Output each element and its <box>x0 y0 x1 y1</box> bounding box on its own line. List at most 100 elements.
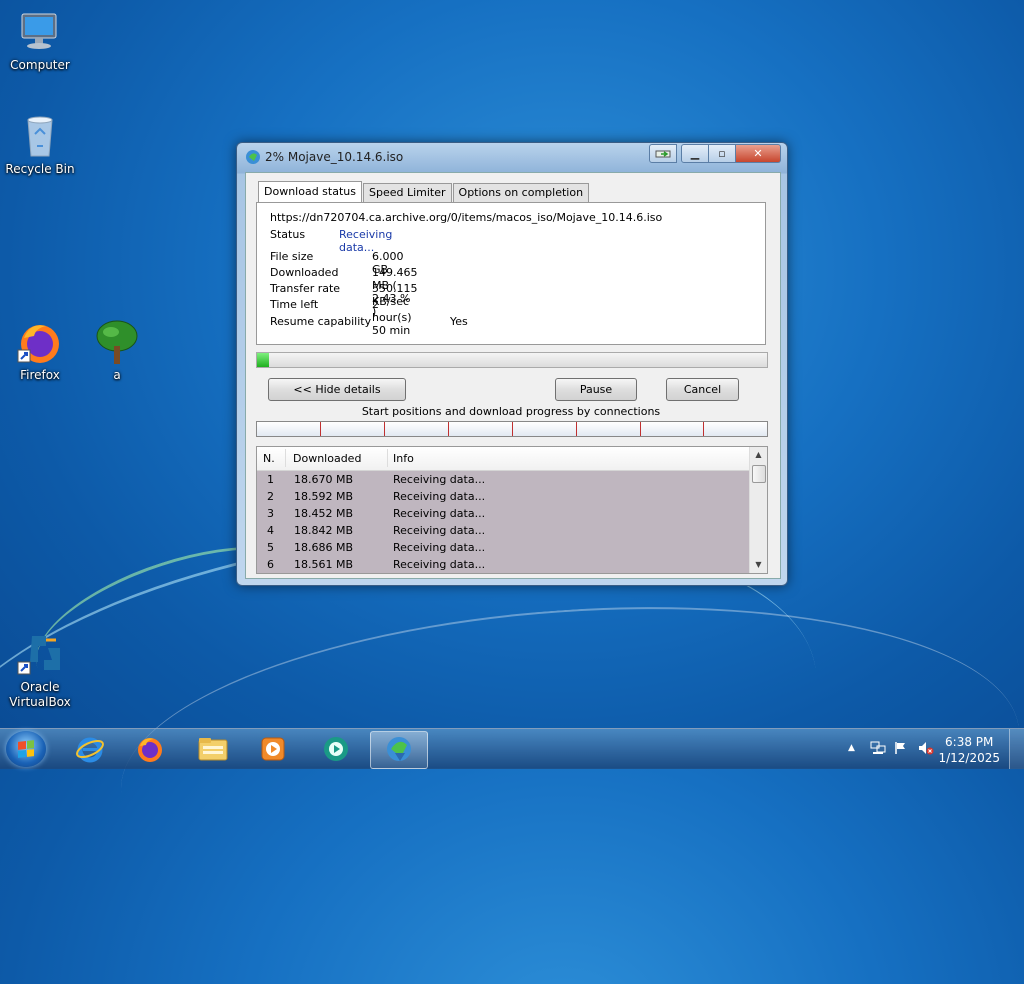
row-info: Receiving data... <box>393 473 486 486</box>
action-center-flag-icon[interactable] <box>894 741 908 758</box>
column-header-downloaded[interactable]: Downloaded <box>293 452 361 465</box>
virtualbox-icon <box>16 630 64 678</box>
desktop-icon-recycle-bin[interactable]: Recycle Bin <box>0 112 80 177</box>
column-separator <box>387 449 388 467</box>
file-size-row: File size 6.000 GB <box>270 250 404 276</box>
row-info: Receiving data... <box>393 507 486 520</box>
title-bar[interactable]: 2% Mojave_10.14.6.iso ▁ ▫ ✕ <box>237 143 787 169</box>
app-icon <box>324 737 348 761</box>
desktop-icon-a[interactable]: a <box>77 318 157 383</box>
connections-progress-bar <box>256 421 768 437</box>
hide-details-button[interactable]: << Hide details <box>268 378 406 401</box>
column-header-n[interactable]: N. <box>263 452 275 465</box>
maximize-button[interactable]: ▫ <box>709 144 736 163</box>
resume-row: Resume capability Yes <box>270 315 468 328</box>
download-progress-bar <box>256 352 768 368</box>
tab-bar: Download status Speed Limiter Options on… <box>258 181 590 203</box>
resume-label: Resume capability <box>270 315 372 328</box>
start-button[interactable] <box>6 731 46 767</box>
row-info: Receiving data... <box>393 490 486 503</box>
desktop-icon-label: Firefox <box>20 368 60 382</box>
show-desktop-button[interactable] <box>1009 729 1024 769</box>
connection-marker <box>320 422 321 436</box>
row-downloaded: 18.561 MB <box>294 558 354 571</box>
background-button[interactable] <box>649 144 677 163</box>
taskbar-download-manager[interactable] <box>370 731 428 769</box>
desktop-icon-firefox[interactable]: Firefox <box>0 318 80 383</box>
recycle-bin-icon <box>16 112 64 160</box>
minimize-icon: ▁ <box>690 147 700 160</box>
scroll-down-icon[interactable]: ▼ <box>750 557 767 573</box>
progress-fill <box>257 353 270 367</box>
table-row[interactable]: 2 18.592 MB Receiving data... <box>257 488 749 505</box>
time-left-value: 2 hour(s) 50 min <box>372 298 412 337</box>
downloaded-row: Downloaded 149.465 MB ( 2.43 % ) <box>270 266 418 318</box>
row-n: 5 <box>267 541 274 554</box>
clock-date: 1/12/2025 <box>938 751 1000 765</box>
time-left-row: Time left 2 hour(s) 50 min <box>270 298 412 337</box>
idm-icon <box>245 149 261 165</box>
volume-muted-icon[interactable] <box>918 741 934 758</box>
file-size-label: File size <box>270 250 314 263</box>
scroll-thumb[interactable] <box>752 465 766 483</box>
media-player-icon <box>261 737 285 761</box>
window-client: Download status Speed Limiter Options on… <box>245 172 781 579</box>
row-n: 1 <box>267 473 274 486</box>
download-window[interactable]: 2% Mojave_10.14.6.iso ▁ ▫ ✕ Download sta… <box>236 142 788 586</box>
table-row[interactable]: 4 18.842 MB Receiving data... <box>257 522 749 539</box>
taskbar-media-player[interactable] <box>245 731 301 767</box>
tab-options-on-completion[interactable]: Options on completion <box>452 183 590 202</box>
cancel-button[interactable]: Cancel <box>666 378 739 401</box>
close-icon: ✕ <box>753 147 763 160</box>
maximize-icon: ▫ <box>718 147 726 160</box>
status-row: Status Receiving data... <box>270 228 392 254</box>
taskbar-app[interactable] <box>308 731 364 767</box>
row-info: Receiving data... <box>393 541 486 554</box>
connections-label: Start positions and download progress by… <box>361 405 661 418</box>
connections-list[interactable]: N. Downloaded Info 1 18.670 MB Receiving… <box>256 446 768 574</box>
file-explorer-icon <box>198 738 228 761</box>
row-downloaded: 18.842 MB <box>294 524 354 537</box>
tab-speed-limiter[interactable]: Speed Limiter <box>362 183 452 202</box>
pause-button[interactable]: Pause <box>555 378 637 401</box>
desktop-icon-virtualbox[interactable]: Oracle VirtualBox <box>0 630 80 710</box>
taskbar-firefox[interactable] <box>122 731 178 767</box>
windows-logo-icon <box>18 740 34 758</box>
row-n: 6 <box>267 558 274 571</box>
taskbar: ▲ 6:38 PM 1/12/2025 <box>0 728 1024 769</box>
row-downloaded: 18.670 MB <box>294 473 354 486</box>
show-hidden-icons-icon[interactable]: ▲ <box>848 743 855 753</box>
close-button[interactable]: ✕ <box>736 144 781 163</box>
tab-download-status[interactable]: Download status <box>258 181 362 203</box>
table-row[interactable]: 3 18.452 MB Receiving data... <box>257 505 749 522</box>
table-row[interactable]: 5 18.686 MB Receiving data... <box>257 539 749 556</box>
row-downloaded: 18.686 MB <box>294 541 354 554</box>
desktop-icon-computer[interactable]: Computer <box>0 8 80 73</box>
table-row[interactable]: 6 18.561 MB Receiving data... <box>257 556 749 573</box>
internet-explorer-icon <box>76 737 104 763</box>
taskbar-internet-explorer[interactable] <box>62 731 118 767</box>
transfer-rate-row: Transfer rate 550.115 KB/sec <box>270 282 418 308</box>
row-downloaded: 18.452 MB <box>294 507 354 520</box>
firefox-icon <box>16 318 64 366</box>
network-icon[interactable] <box>870 741 886 758</box>
download-url: https://dn720704.ca.archive.org/0/items/… <box>270 211 663 224</box>
arrow-right-icon <box>655 150 671 157</box>
clock[interactable]: 6:38 PM 1/12/2025 <box>938 734 1000 766</box>
desktop-icon-label: Recycle Bin <box>5 162 75 176</box>
desktop-icon-label: a <box>113 368 121 382</box>
connection-marker <box>512 422 513 436</box>
vertical-scrollbar[interactable]: ▲ ▼ <box>749 447 767 573</box>
taskbar-file-explorer[interactable] <box>185 731 241 767</box>
time-left-label: Time left <box>270 298 319 311</box>
table-row[interactable]: 1 18.670 MB Receiving data... <box>257 471 749 488</box>
row-n: 2 <box>267 490 274 503</box>
transfer-rate-label: Transfer rate <box>270 282 341 295</box>
scroll-up-icon[interactable]: ▲ <box>750 447 767 463</box>
row-info: Receiving data... <box>393 524 486 537</box>
desktop-icon-label: Oracle VirtualBox <box>9 680 71 709</box>
connection-marker <box>384 422 385 436</box>
column-header-info[interactable]: Info <box>393 452 414 465</box>
window-title: 2% Mojave_10.14.6.iso <box>265 150 404 164</box>
minimize-button[interactable]: ▁ <box>681 144 709 163</box>
